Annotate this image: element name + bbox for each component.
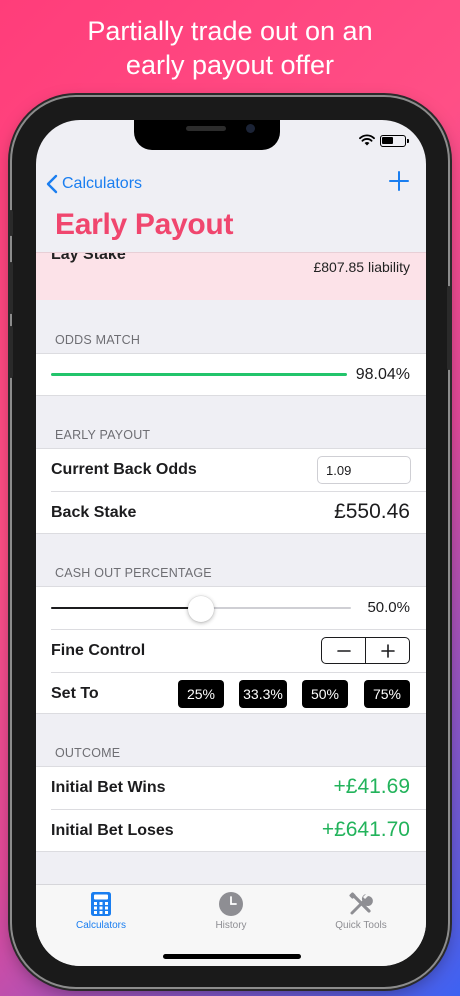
cash-out-group: 50.0% Fine Control Set To 25% 33.3% 50% …: [36, 586, 426, 714]
speaker-grille: [186, 126, 226, 131]
initial-bet-wins-row: Initial Bet Wins +£41.69: [36, 767, 426, 809]
current-back-odds-label: Current Back Odds: [51, 461, 197, 478]
fine-control-stepper[interactable]: [321, 637, 410, 664]
decrement-button[interactable]: [322, 638, 366, 663]
set-50-button[interactable]: 50%: [302, 680, 348, 708]
cash-out-slider-row: 50.0%: [36, 587, 426, 629]
phone-notch: [134, 120, 280, 150]
phone-mute-switch: [9, 210, 13, 236]
page-title: Early Payout: [55, 208, 234, 241]
tab-quick-tools-label: Quick Tools: [335, 920, 387, 931]
back-button-label: Calculators: [62, 175, 143, 192]
cash-out-percentage-value: 50.0%: [367, 599, 410, 616]
set-to-label: Set To: [51, 685, 99, 702]
initial-bet-loses-value: +£641.70: [321, 818, 410, 841]
phone-power-button: [447, 286, 451, 370]
initial-bet-wins-value: +£41.69: [333, 775, 411, 798]
outcome-group: Initial Bet Wins +£41.69 Initial Bet Los…: [36, 766, 426, 852]
tab-calculators[interactable]: Calculators: [46, 891, 156, 931]
plus-icon: [380, 643, 395, 658]
odds-match-group: 98.04%: [36, 353, 426, 396]
banner-line-2: early payout offer: [125, 50, 335, 80]
early-payout-header: EARLY PAYOUT: [55, 428, 151, 442]
tools-icon: [349, 892, 373, 915]
fine-control-row: Fine Control: [36, 630, 426, 672]
current-back-odds-input[interactable]: [317, 456, 411, 484]
add-icon[interactable]: [388, 170, 410, 192]
back-stake-row: Back Stake £550.46: [36, 492, 426, 534]
set-33-button[interactable]: 33.3%: [239, 680, 287, 708]
increment-button[interactable]: [366, 638, 409, 663]
home-indicator: [163, 954, 301, 959]
initial-bet-wins-label: Initial Bet Wins: [51, 779, 166, 796]
back-stake-value: £550.46: [334, 500, 410, 523]
back-stake-label: Back Stake: [51, 504, 137, 521]
set-25-button[interactable]: 25%: [178, 680, 224, 708]
tab-history-label: History: [215, 920, 247, 931]
clock-icon: [219, 892, 243, 916]
lay-stake-row: Lay Stake £807.85 liability: [36, 252, 426, 300]
slider-thumb[interactable]: [188, 596, 214, 622]
minus-icon: [336, 649, 351, 652]
chevron-left-icon: [46, 174, 58, 194]
front-camera: [246, 124, 255, 133]
initial-bet-loses-label: Initial Bet Loses: [51, 822, 174, 839]
outcome-header: OUTCOME: [55, 746, 121, 760]
battery-icon: [380, 135, 409, 147]
odds-match-bar: [51, 373, 347, 376]
lay-stake-liability: £807.85 liability: [313, 259, 410, 275]
odds-match-value: 98.04%: [355, 366, 410, 383]
slider-fill: [51, 607, 201, 609]
phone-volume-up: [9, 262, 13, 314]
tab-history[interactable]: History: [176, 891, 286, 931]
tab-calculators-label: Calculators: [75, 920, 127, 931]
tab-quick-tools[interactable]: Quick Tools: [306, 891, 416, 931]
calculator-icon: [91, 892, 111, 916]
fine-control-label: Fine Control: [51, 642, 146, 659]
app-screen: Calculators Early Payout Lay Stake £807.…: [36, 120, 426, 966]
phone-volume-down: [9, 326, 13, 378]
set-to-row: Set To 25% 33.3% 50% 75%: [36, 673, 426, 715]
current-back-odds-row: Current Back Odds: [36, 449, 426, 491]
set-75-button[interactable]: 75%: [364, 680, 410, 708]
banner-line-1: Partially trade out on an: [87, 16, 373, 46]
cash-out-header: CASH OUT PERCENTAGE: [55, 566, 212, 580]
back-button[interactable]: Calculators: [46, 172, 142, 196]
promo-banner: Partially trade out on an early payout o…: [0, 14, 460, 82]
early-payout-group: Current Back Odds Back Stake £550.46: [36, 448, 426, 534]
lay-stake-label: Lay Stake: [51, 252, 126, 263]
initial-bet-loses-row: Initial Bet Loses +£641.70: [36, 810, 426, 852]
wifi-icon: [359, 134, 375, 146]
odds-match-header: ODDS MATCH: [55, 333, 141, 347]
